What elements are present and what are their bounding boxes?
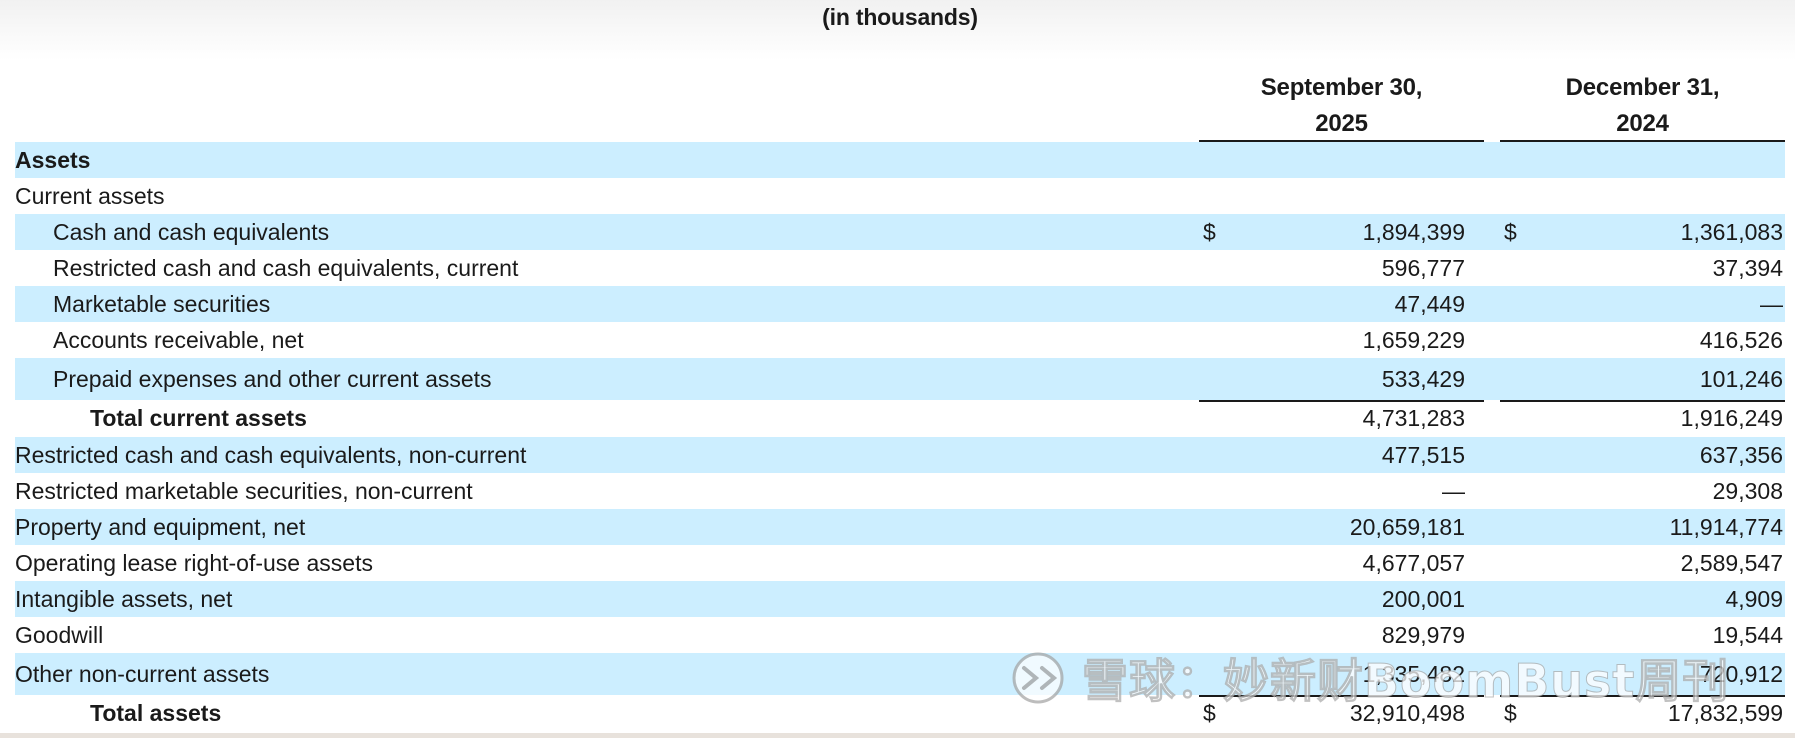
value-dec-2024: 37,394 xyxy=(1712,254,1783,281)
row-label: Other non-current assets xyxy=(15,660,270,687)
value-sep-2025: 1,659,229 xyxy=(1362,326,1465,353)
row-label: Total current assets xyxy=(90,405,307,431)
column-header-line: December 31, xyxy=(1565,74,1720,101)
value-sep-2025: 1,335,482 xyxy=(1362,660,1465,687)
table-row: Other non-current assets 1,335,482 720,9… xyxy=(15,653,1785,695)
table-row: Operating lease right-of-use assets 4,67… xyxy=(15,545,1785,581)
units-subtitle: (in thousands) xyxy=(822,4,978,30)
value-dec-2024: 101,246 xyxy=(1699,365,1783,392)
column-header-sep-2025: September 30, 2025 xyxy=(1199,70,1484,142)
value-dec-2024: 19,544 xyxy=(1712,621,1783,648)
value-dec-2024: 637,356 xyxy=(1699,441,1783,468)
value-sep-2025: — xyxy=(1442,477,1465,504)
column-header-dec-2024: December 31, 2024 xyxy=(1500,70,1785,142)
value-dec-2024: 720,912 xyxy=(1699,660,1783,687)
row-label: Current assets xyxy=(15,182,165,209)
row-label: Assets xyxy=(15,146,91,173)
column-header-line: 2025 xyxy=(1315,110,1368,137)
row-label: Total assets xyxy=(90,700,222,726)
column-header-line: 2024 xyxy=(1616,110,1669,137)
bottom-strip xyxy=(0,733,1795,738)
row-label: Cash and cash equivalents xyxy=(53,218,330,245)
value-sep-2025: 533,429 xyxy=(1381,365,1465,392)
table-row: Prepaid expenses and other current asset… xyxy=(15,358,1785,400)
value-sep-2025: 477,515 xyxy=(1381,441,1465,468)
table-row: Goodwill 829,979 19,544 xyxy=(15,617,1785,653)
balance-sheet-table: Assets Current assets Cash and cash equi… xyxy=(15,142,1785,732)
value-sep-2025: 4,731,283 xyxy=(1362,405,1465,431)
value-sep-2025: 4,677,057 xyxy=(1362,549,1465,576)
row-label: Restricted cash and cash equivalents, no… xyxy=(15,441,527,468)
value-sep-2025: 20,659,181 xyxy=(1349,513,1465,540)
value-sep-2025: 200,001 xyxy=(1381,585,1465,612)
table-row: Marketable securities 47,449 — xyxy=(15,286,1785,322)
value-sep-2025: 1,894,399 xyxy=(1362,218,1465,245)
section-row-assets: Assets xyxy=(15,142,1785,178)
row-label: Prepaid expenses and other current asset… xyxy=(53,365,492,392)
table-row: Restricted cash and cash equivalents, no… xyxy=(15,437,1785,473)
table-row: Cash and cash equivalents $ 1,894,399 $ … xyxy=(15,214,1785,250)
total-row-current-assets: Total current assets 4,731,283 1,916,249 xyxy=(15,400,1785,437)
value-dec-2024: 4,909 xyxy=(1725,585,1783,612)
currency-symbol: $ xyxy=(1203,218,1216,245)
value-sep-2025: 47,449 xyxy=(1394,290,1465,317)
value-dec-2024: 2,589,547 xyxy=(1680,549,1783,576)
subsection-row-current-assets: Current assets xyxy=(15,178,1785,214)
value-dec-2024: 1,916,249 xyxy=(1680,405,1783,431)
currency-symbol: $ xyxy=(1504,700,1517,726)
value-dec-2024: — xyxy=(1760,290,1783,317)
currency-symbol: $ xyxy=(1504,218,1517,245)
column-header-line: September 30, xyxy=(1260,74,1423,101)
value-dec-2024: 416,526 xyxy=(1699,326,1783,353)
value-dec-2024: 29,308 xyxy=(1712,477,1783,504)
row-label: Intangible assets, net xyxy=(15,585,233,612)
row-label: Restricted cash and cash equivalents, cu… xyxy=(53,254,519,281)
table-row: Accounts receivable, net 1,659,229 416,5… xyxy=(15,322,1785,358)
row-label: Restricted marketable securities, non-cu… xyxy=(15,477,473,504)
table-row: Restricted marketable securities, non-cu… xyxy=(15,473,1785,509)
value-dec-2024: 1,361,083 xyxy=(1680,218,1783,245)
currency-symbol: $ xyxy=(1203,700,1216,726)
table-row: Intangible assets, net 200,001 4,909 xyxy=(15,581,1785,617)
table-row: Property and equipment, net 20,659,181 1… xyxy=(15,509,1785,545)
value-sep-2025: 32,910,498 xyxy=(1349,700,1465,726)
value-dec-2024: 17,832,599 xyxy=(1667,700,1783,726)
row-label: Goodwill xyxy=(15,621,104,648)
table-row: Restricted cash and cash equivalents, cu… xyxy=(15,250,1785,286)
row-label: Marketable securities xyxy=(53,290,271,317)
total-row-assets: Total assets $ 32,910,498 $ 17,832,599 xyxy=(15,695,1785,732)
value-dec-2024: 11,914,774 xyxy=(1669,513,1783,540)
value-sep-2025: 829,979 xyxy=(1381,621,1465,648)
value-sep-2025: 596,777 xyxy=(1381,254,1465,281)
row-label: Property and equipment, net xyxy=(15,513,306,540)
row-label: Accounts receivable, net xyxy=(53,326,304,353)
row-label: Operating lease right-of-use assets xyxy=(15,549,373,576)
